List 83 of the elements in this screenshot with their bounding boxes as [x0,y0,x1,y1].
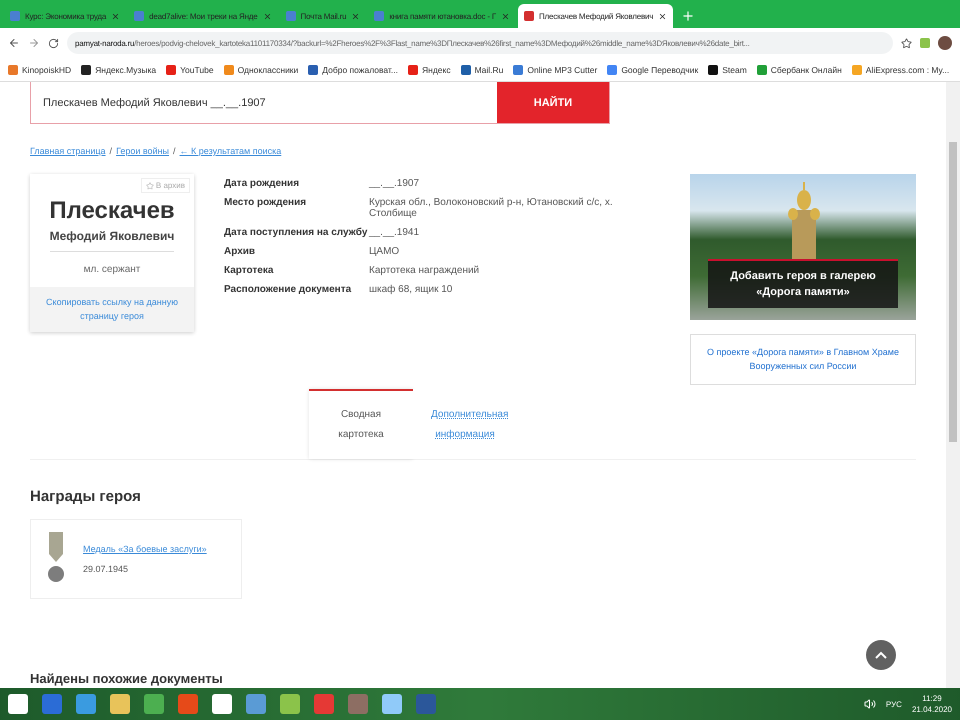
speaker-icon[interactable] [864,698,876,710]
bookmark-star-icon[interactable] [901,38,912,48]
forward-icon[interactable] [28,37,40,49]
taskbar-app-icon[interactable] [8,694,28,714]
breadcrumb-link[interactable]: Главная страница [30,146,106,156]
address-field[interactable]: pamyat-naroda.ru/heroes/podvig-chelovek_kartoteka1101170334/?backurl=%2Fheroes%2F%3Flast_name%3DПлескачев%26first_name%3DМефодий%26middle_name%3DЯковлевич%26date_birt... [67,32,893,54]
taskbar-app-icon[interactable] [110,694,130,714]
section-heading: Награды героя [30,488,142,505]
bookmark[interactable]: Steam [708,64,747,74]
star-icon [146,182,154,190]
breadcrumb-link[interactable]: ← К результатам поиска [180,146,282,156]
detail-label: Дата поступления на службу [224,227,368,238]
browser-tab[interactable]: Плескачев Мефодий Яковлевич [518,4,674,28]
taskbar-app-icon[interactable] [280,694,300,714]
browser-tab[interactable]: Почта Mail.ru [280,4,366,28]
language-indicator[interactable]: РУС [886,700,902,708]
bookmark[interactable]: Яндекс [408,64,451,74]
browser-tab[interactable]: Курс: Экономика труда [4,4,126,28]
banner-caption: Добавить героя в галерею «Дорога памяти» [708,259,898,308]
bookmark[interactable]: YouTube [166,64,214,74]
section-heading: Найдены похожие документы [30,671,224,688]
favicon-icon [286,11,296,21]
chevron-up-icon [875,651,887,659]
detail-label: Дата рождения [224,178,300,189]
hero-first-names: Мефодий Яковлевич [50,229,174,252]
new-tab-icon[interactable] [681,9,696,23]
taskbar-app-icon[interactable] [42,694,62,714]
detail-value: ЦАМО [369,246,400,257]
back-icon[interactable] [8,37,20,49]
hero-rank: мл. сержант [84,264,140,275]
award-date: 29.07.1945 [83,564,130,574]
taskbar-app-icon[interactable] [382,694,402,714]
scroll-up-button[interactable] [866,640,896,670]
detail-value: Курская обл., Волоконовский р-н, Ютановский с/с, х. Столбище [369,197,614,219]
browser-tab[interactable]: dead7alive: Мои треки на Янде [128,4,278,28]
taskbar-app-icon[interactable] [246,694,266,714]
gallery-banner[interactable]: Добавить героя в галерею «Дорога памяти» [690,174,916,320]
close-icon[interactable] [351,12,360,20]
breadcrumb-link[interactable]: Герои войны [116,146,170,156]
award-link[interactable]: Медаль «За боевые заслуги» [83,544,207,554]
detail-value: Картотека награждений [369,265,480,276]
bookmark[interactable]: Яндекс.Музыка [81,64,156,74]
bookmark[interactable]: Google Переводчик [607,64,698,74]
favicon-icon [524,11,534,21]
close-icon[interactable] [111,12,120,20]
favicon-icon [10,11,20,21]
bookmark[interactable]: Online MP3 Cutter [513,64,598,74]
extension-icon[interactable] [920,38,930,48]
bookmark[interactable]: Одноклассники [224,64,298,74]
detail-label: Картотека [224,265,274,276]
taskbar-app-icon[interactable] [212,694,232,714]
detail-label: Расположение документа [224,284,352,295]
close-icon[interactable] [262,12,272,20]
scrollbar-thumb[interactable] [949,142,957,442]
reload-icon[interactable] [48,38,59,48]
content-tab[interactable]: Сводная картотека [309,388,413,459]
project-link[interactable]: О проекте «Дорога памяти» в Главном Храме Вооруженных сил России [690,334,916,385]
clock[interactable]: 11:29 21.04.2020 [912,694,952,714]
avatar-icon[interactable] [938,36,952,50]
favicon-icon [374,11,384,21]
close-icon[interactable] [501,12,510,20]
breadcrumb-separator: / [110,146,112,156]
taskbar-app-icon[interactable] [348,694,368,714]
bookmark[interactable]: Сбербанк Онлайн [756,64,842,74]
browser-tab[interactable]: книга памяти ютановка.doc - Г [368,4,516,28]
bookmark[interactable]: AliExpress.com : My... [852,64,950,74]
taskbar-app-icon[interactable] [144,694,164,714]
detail-label: Архив [224,246,256,257]
bookmark[interactable]: KinopoiskHD [8,64,72,74]
breadcrumb-separator: / [173,146,176,156]
taskbar-app-icon[interactable] [76,694,96,714]
taskbar-app-icon[interactable] [416,694,436,714]
taskbar-app-icon[interactable] [314,694,334,714]
favicon-icon [134,11,144,21]
detail-value: __.__.1941 [369,227,420,238]
hero-last-name: Плескачев [49,197,175,225]
taskbar-app-icon[interactable] [178,694,198,714]
detail-label: Место рождения [224,197,308,210]
detail-value: __.__.1907 [369,178,420,189]
bookmark[interactable]: Добро пожаловат... [308,64,398,74]
bookmark[interactable]: Mail.Ru [460,64,504,74]
detail-value: шкаф 68, ящик 10 [369,284,454,295]
close-icon[interactable] [658,12,668,20]
